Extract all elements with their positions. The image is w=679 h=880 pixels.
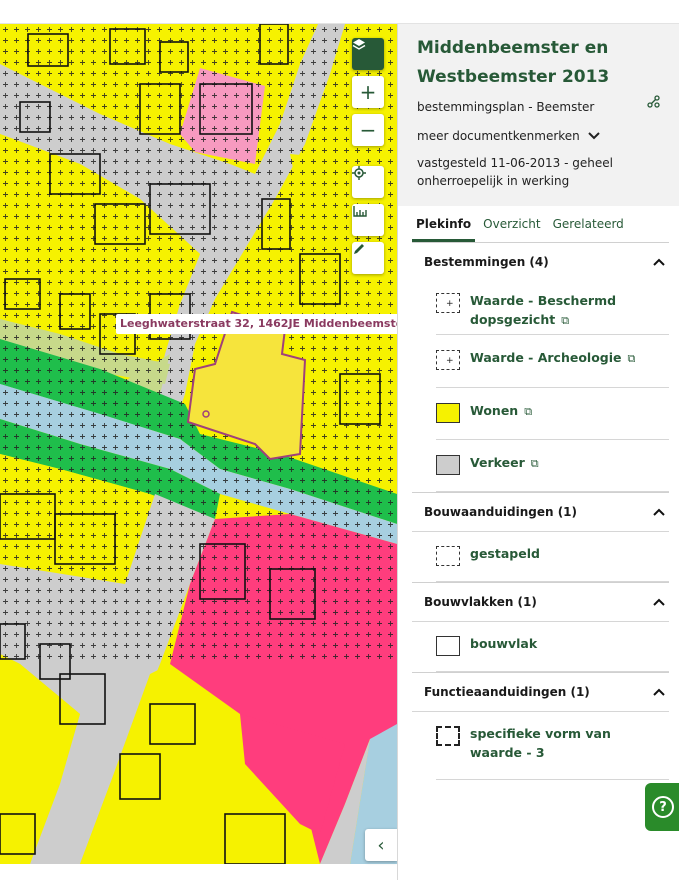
map-view[interactable]: + − Leeghwaterstraat 32, 1462JE Middenbe… xyxy=(0,24,397,864)
legend-swatch: + xyxy=(436,293,460,313)
legend-swatch xyxy=(436,546,460,566)
item-label: Wonen xyxy=(470,403,519,418)
list-item[interactable]: Verkeer ⧉ xyxy=(436,440,669,492)
plan-status: vastgesteld 11-06-2013 - geheel onherroe… xyxy=(417,156,613,188)
layers-icon xyxy=(352,39,366,50)
chevron-down-icon xyxy=(588,129,600,143)
item-link[interactable]: Waarde - Beschermd dopsgezicht ⧉ xyxy=(470,291,669,330)
list-item[interactable]: bouwvlak xyxy=(436,622,669,672)
item-label: Waarde - Beschermd dopsgezicht xyxy=(470,293,617,327)
external-link-icon: ⧉ xyxy=(530,457,539,470)
zoom-in-button[interactable]: + xyxy=(352,76,384,108)
list-item[interactable]: gestapeld xyxy=(436,532,669,582)
legend-swatch xyxy=(436,726,460,746)
plan-subtitle: bestemmingsplan - Beemster xyxy=(417,100,595,114)
section-header-functieaanduidingen[interactable]: Functieaanduidingen (1) xyxy=(412,673,669,711)
tab-gerelateerd[interactable]: Gerelateerd xyxy=(549,214,628,242)
top-bar xyxy=(0,0,679,24)
item-label[interactable]: gestapeld xyxy=(470,544,540,563)
ruler-icon xyxy=(353,206,367,217)
tab-overzicht[interactable]: Overzicht xyxy=(479,214,544,242)
external-link-icon: ⧉ xyxy=(524,405,533,418)
section-header-bouwaanduidingen[interactable]: Bouwaanduidingen (1) xyxy=(412,493,669,531)
meer-documentkenmerken-toggle[interactable]: meer documentkenmerken xyxy=(417,129,667,143)
measure-button[interactable] xyxy=(352,204,384,236)
external-link-icon: ⧉ xyxy=(561,314,570,327)
legend-swatch xyxy=(436,403,460,423)
plan-title: Middenbeemster en Westbeemster 2013 xyxy=(417,38,610,87)
locate-icon xyxy=(352,166,366,180)
item-label: Verkeer xyxy=(470,455,525,470)
archeologie-hatch xyxy=(0,24,397,664)
info-panel: Middenbeemster en Westbeemster 2013 best… xyxy=(397,24,679,880)
legend-swatch xyxy=(436,455,460,475)
collapse-panel-button[interactable]: ‹ xyxy=(365,829,397,861)
item-label: Waarde - Archeologie xyxy=(470,350,622,365)
layers-button[interactable] xyxy=(352,38,384,70)
plan-header: Middenbeemster en Westbeemster 2013 best… xyxy=(398,24,679,206)
list-item[interactable]: + Waarde - Archeologie ⧉ xyxy=(436,335,669,388)
panel-tabs: Plekinfo Overzicht Gerelateerd xyxy=(412,214,669,243)
section-title: Bouwaanduidingen (1) xyxy=(424,505,578,519)
share-icon[interactable] xyxy=(647,95,660,111)
meer-label: meer documentkenmerken xyxy=(417,129,580,143)
map-canvas[interactable] xyxy=(0,24,397,864)
chevron-left-icon: ‹ xyxy=(377,834,385,856)
section-header-bouwvlakken[interactable]: Bouwvlakken (1) xyxy=(412,583,669,621)
tab-plekinfo[interactable]: Plekinfo xyxy=(412,214,476,242)
section-title: Functieaanduidingen (1) xyxy=(424,685,590,699)
item-link[interactable]: Waarde - Archeologie ⧉ xyxy=(470,348,635,368)
chevron-up-icon xyxy=(653,685,665,700)
section-bouwaanduidingen: Bouwaanduidingen (1) gestapeld xyxy=(412,492,669,582)
help-button[interactable]: ? xyxy=(645,783,679,831)
external-link-icon: ⧉ xyxy=(627,352,636,365)
address-label: Leeghwaterstraat 32, 1462JE Middenbeemst… xyxy=(116,314,397,334)
item-link[interactable]: Wonen ⧉ xyxy=(470,401,532,421)
list-item[interactable]: Wonen ⧉ xyxy=(436,388,669,440)
chevron-up-icon xyxy=(653,505,665,520)
section-header-bestemmingen[interactable]: Bestemmingen (4) xyxy=(412,243,669,281)
draw-button[interactable] xyxy=(352,242,384,274)
section-functieaanduidingen: Functieaanduidingen (1) specifieke vorm … xyxy=(412,672,669,780)
legend-swatch xyxy=(436,636,460,656)
item-label[interactable]: bouwvlak xyxy=(470,634,537,653)
section-bouwvlakken: Bouwvlakken (1) bouwvlak xyxy=(412,582,669,672)
list-item[interactable]: specifieke vorm van waarde - 3 xyxy=(436,712,669,780)
item-label[interactable]: specifieke vorm van waarde - 3 xyxy=(470,724,660,762)
list-item[interactable]: + Waarde - Beschermd dopsgezicht ⧉ xyxy=(436,281,669,335)
section-title: Bestemmingen (4) xyxy=(424,255,549,269)
locate-button[interactable] xyxy=(352,166,384,198)
legend-swatch: + xyxy=(436,350,460,370)
map-footer xyxy=(0,864,397,880)
zoom-out-button[interactable]: − xyxy=(352,114,384,146)
section-title: Bouwvlakken (1) xyxy=(424,595,537,609)
section-bestemmingen: Bestemmingen (4) + Waarde - Beschermd do… xyxy=(412,243,669,492)
chevron-up-icon xyxy=(653,595,665,610)
chevron-up-icon xyxy=(653,255,665,270)
pencil-icon xyxy=(354,244,364,254)
question-icon: ? xyxy=(652,796,674,818)
item-link[interactable]: Verkeer ⧉ xyxy=(470,453,539,473)
